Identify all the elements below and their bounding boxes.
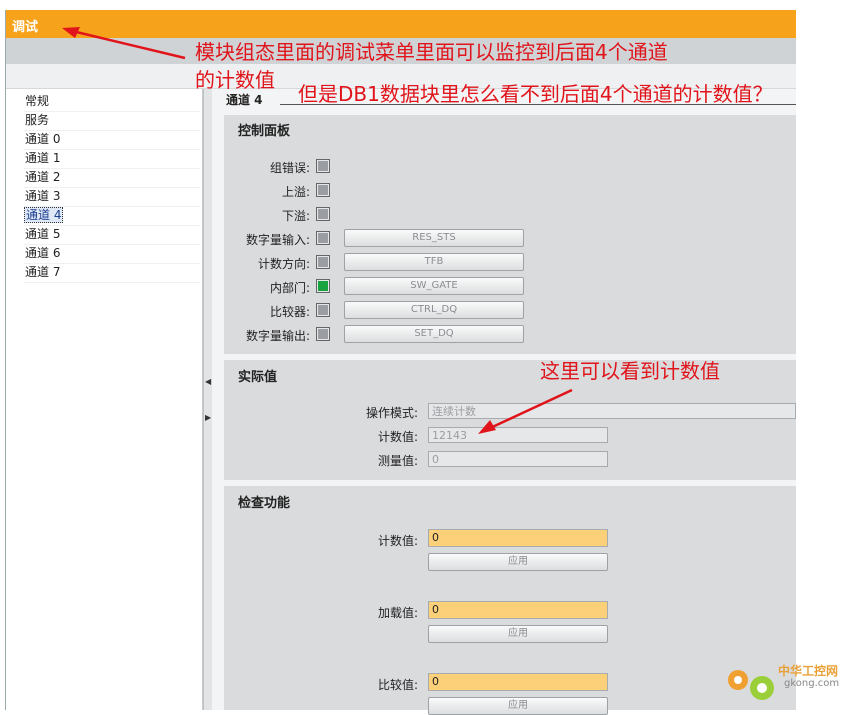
arrow-to-title-icon <box>62 27 186 60</box>
annotation-arrows <box>62 27 573 434</box>
watermark-en: gkong.com <box>784 678 840 689</box>
watermark-cn: 中华工控网 <box>778 664 839 678</box>
arrow-to-count-icon <box>478 388 573 434</box>
gear-icon <box>728 670 774 700</box>
